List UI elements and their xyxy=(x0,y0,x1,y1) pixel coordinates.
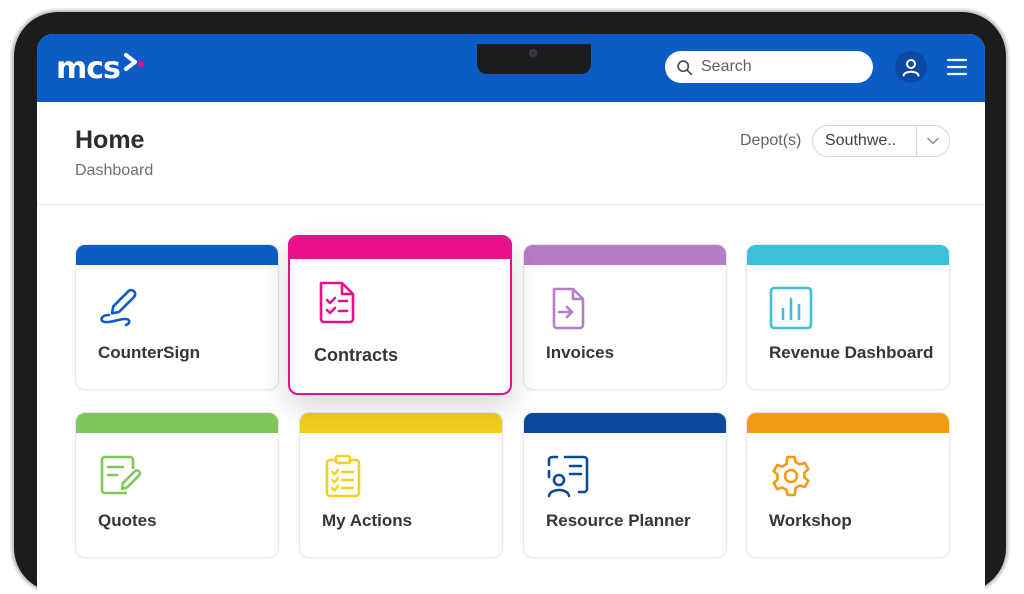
search-box[interactable] xyxy=(665,51,873,83)
user-icon xyxy=(902,59,920,77)
tile-label: Revenue Dashboard xyxy=(769,343,934,362)
page-title: Home xyxy=(75,126,145,154)
tile-accent-bar xyxy=(524,245,726,265)
tile-quotes[interactable]: Quotes xyxy=(75,412,279,558)
header-divider xyxy=(37,204,985,205)
invoice-import-icon xyxy=(552,287,585,330)
mcs-logo[interactable]: mcs xyxy=(56,50,148,86)
bar-chart-icon xyxy=(769,286,813,330)
search-input[interactable] xyxy=(701,58,861,76)
tile-accent-bar xyxy=(524,413,726,433)
depot-select[interactable]: Southwe.. xyxy=(812,125,950,157)
tile-accent-bar xyxy=(300,413,502,433)
tile-label: Invoices xyxy=(546,343,615,362)
contract-document-icon xyxy=(319,281,355,324)
app-screen: mcs Search Home Dashboard Depot(s) South… xyxy=(37,34,985,594)
tile-accent-bar xyxy=(290,237,510,259)
tile-accent-bar xyxy=(747,413,949,433)
gear-icon xyxy=(772,455,810,497)
breadcrumb: Dashboard xyxy=(75,162,154,179)
tile-label: Contracts xyxy=(314,345,399,365)
tile-invoices[interactable]: Invoices xyxy=(523,244,727,390)
camera-dot xyxy=(529,49,537,57)
tile-label: Quotes xyxy=(98,511,157,530)
tile-workshop[interactable]: Workshop xyxy=(746,412,950,558)
hamburger-menu-icon xyxy=(946,58,968,76)
tile-accent-bar xyxy=(76,245,278,265)
tile-label: Resource Planner xyxy=(546,511,691,530)
resource-person-icon xyxy=(547,455,589,498)
tile-revenue-dashboard[interactable]: Revenue Dashboard xyxy=(746,244,950,390)
chevron-down-icon xyxy=(927,137,939,145)
tile-label: My Actions xyxy=(322,511,413,530)
clipboard-checklist-icon xyxy=(325,454,361,498)
signature-pen-icon xyxy=(100,288,137,327)
tile-accent-bar xyxy=(747,245,949,265)
tablet-frame: mcs Search Home Dashboard Depot(s) South… xyxy=(14,12,1006,594)
logo-text: mcs xyxy=(56,50,121,86)
quote-edit-icon xyxy=(100,455,142,495)
search-icon xyxy=(677,59,693,75)
main-menu-button[interactable] xyxy=(946,56,968,78)
tile-my-actions[interactable]: My Actions xyxy=(299,412,503,558)
depot-dropdown-toggle[interactable] xyxy=(916,126,949,156)
logo-arrow-icon xyxy=(123,53,145,71)
tile-accent-bar xyxy=(76,413,278,433)
tile-contracts[interactable]: Contracts xyxy=(288,235,512,395)
tile-resource-planner[interactable]: Resource Planner xyxy=(523,412,727,558)
user-account-button[interactable] xyxy=(895,51,927,83)
tile-countersign[interactable]: CounterSign xyxy=(75,244,279,390)
tile-label: Workshop xyxy=(769,511,852,530)
camera-notch xyxy=(477,44,591,74)
depot-selected-value: Southwe.. xyxy=(825,132,897,149)
depot-label: Depot(s) xyxy=(740,132,802,149)
tile-label: CounterSign xyxy=(98,343,200,362)
